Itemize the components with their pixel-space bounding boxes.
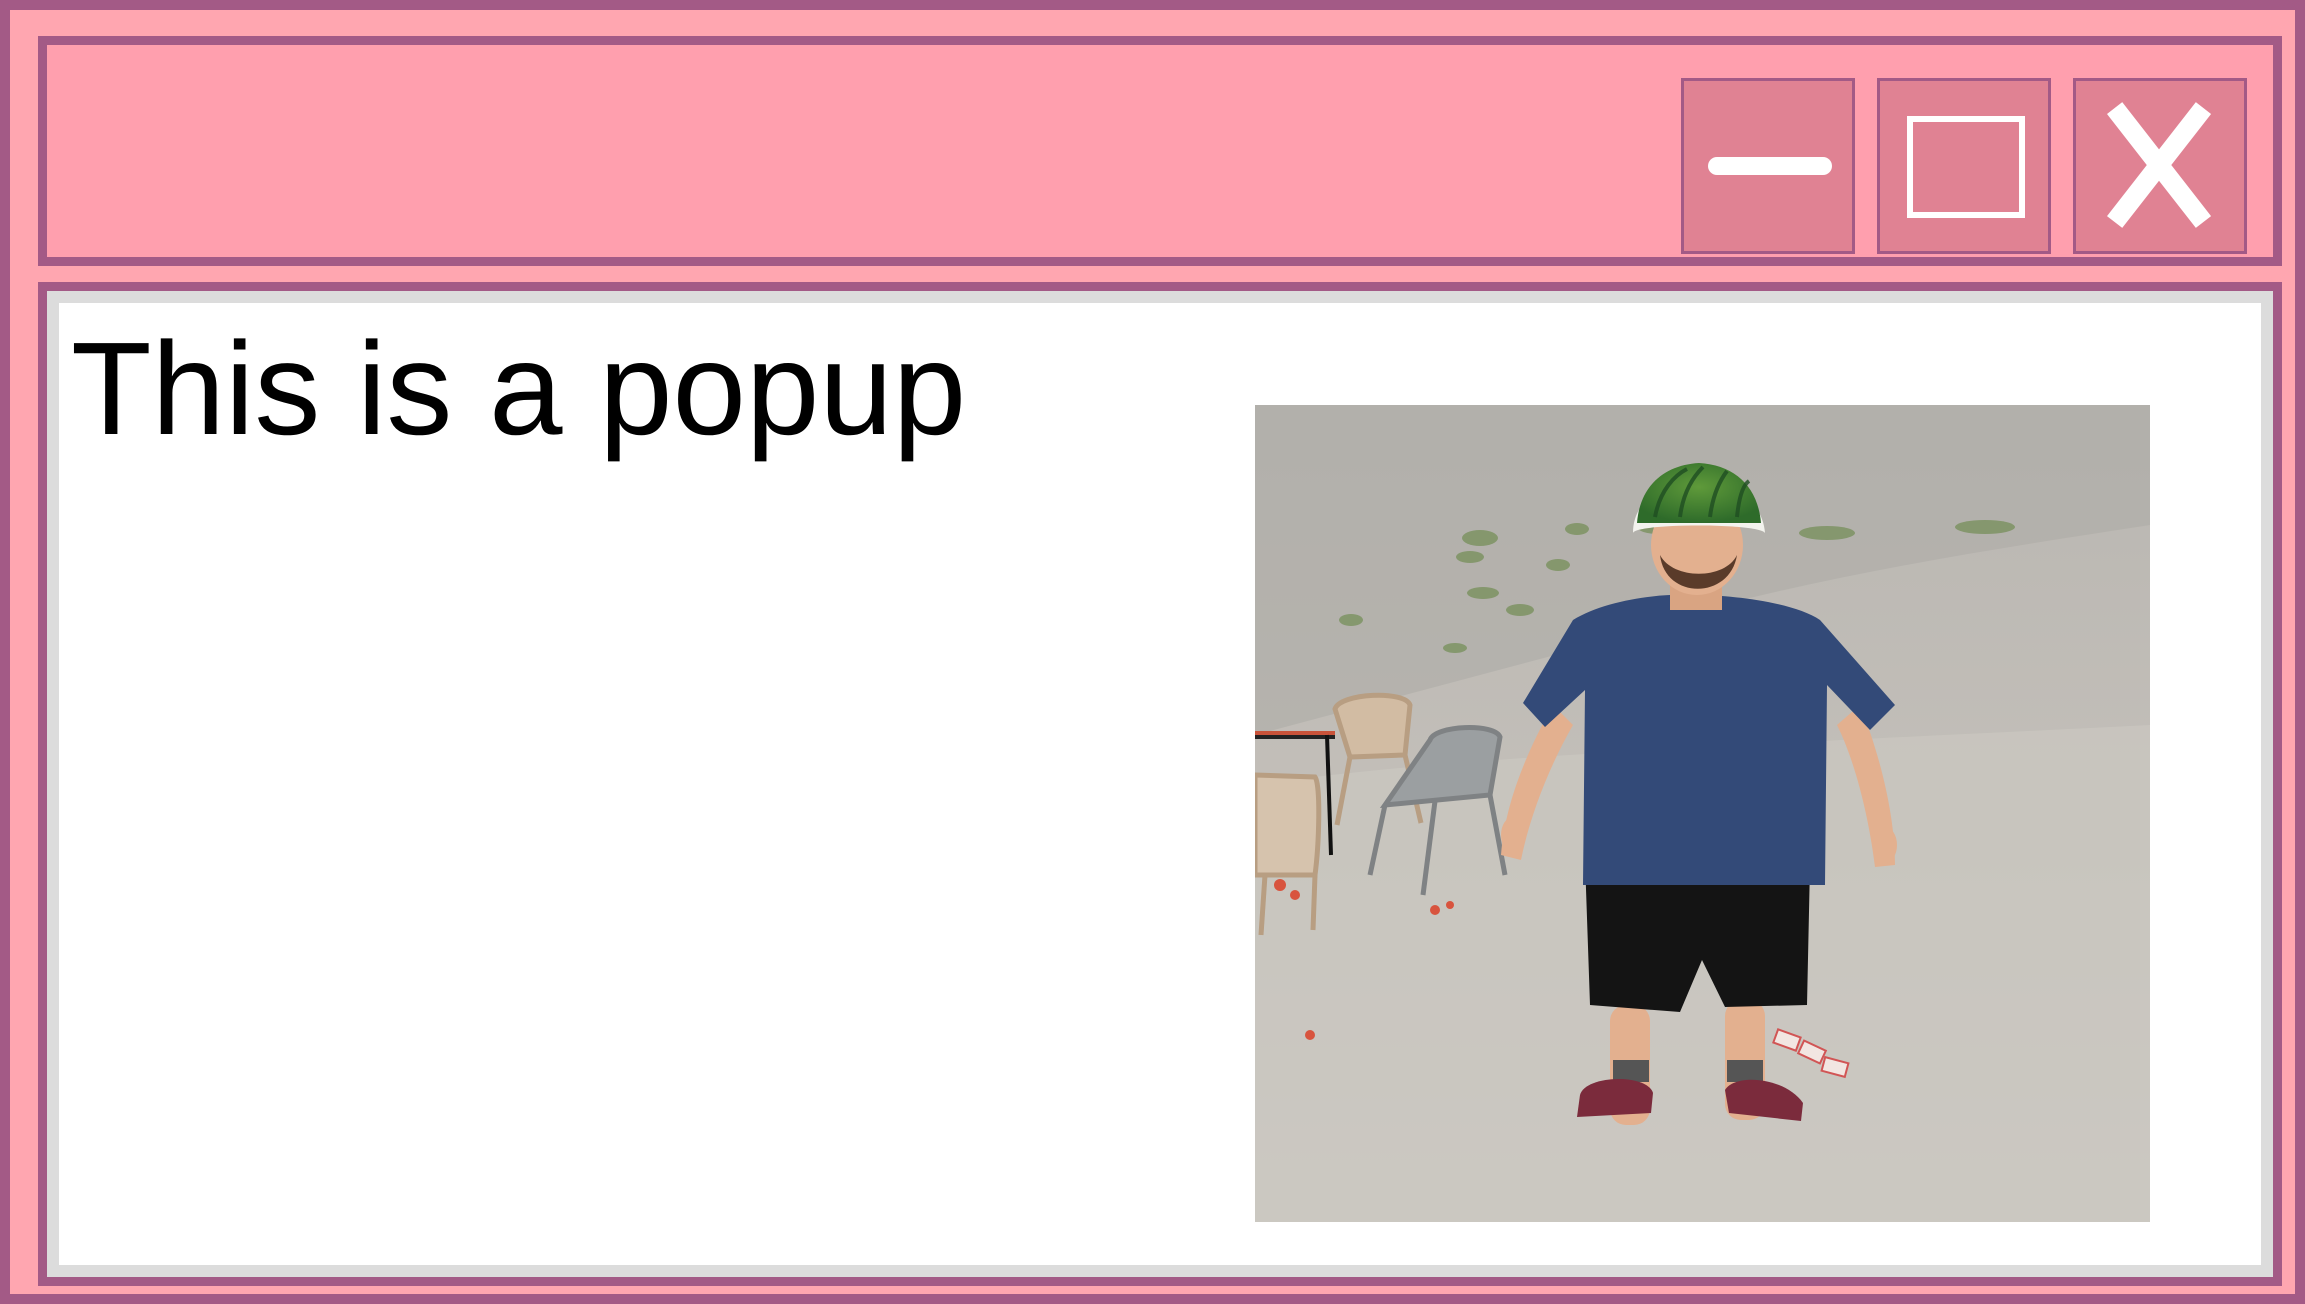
minimize-icon	[1708, 157, 1832, 175]
content-inner: This is a popup	[47, 291, 2273, 1277]
popup-image	[1255, 405, 2150, 1222]
popup-window: This is a popup	[0, 0, 2305, 1304]
photo-illustration	[1255, 405, 2150, 1222]
popup-message: This is a popup	[71, 315, 967, 462]
close-icon	[2107, 102, 2212, 228]
title-bar[interactable]	[38, 36, 2282, 266]
close-button[interactable]	[2073, 78, 2247, 254]
minimize-button[interactable]	[1681, 78, 1855, 254]
maximize-icon	[1907, 116, 2025, 218]
content-area: This is a popup	[38, 282, 2282, 1286]
maximize-button[interactable]	[1877, 78, 2051, 254]
